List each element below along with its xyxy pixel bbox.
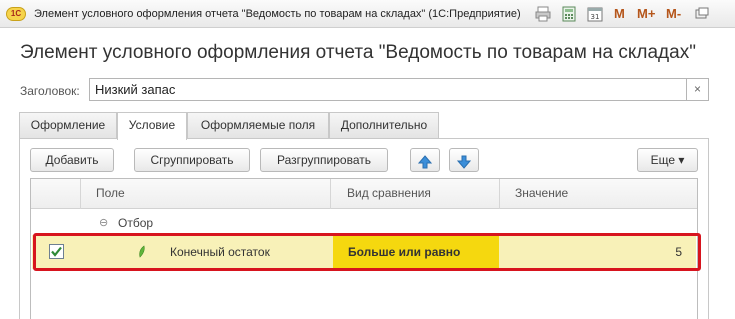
row-field: Конечный остаток — [170, 245, 270, 259]
group-button[interactable]: Сгруппировать — [134, 148, 250, 172]
clear-icon[interactable]: × — [686, 78, 709, 101]
group-label: Отбор — [118, 216, 154, 230]
move-up-button[interactable] — [410, 148, 440, 172]
tab-appearance[interactable]: Оформление — [19, 112, 117, 139]
table-row[interactable]: Конечный остаток Больше или равно 5 — [32, 235, 696, 269]
tab-formatted-fields[interactable]: Оформляемые поля — [187, 112, 329, 139]
table-header: Поле Вид сравнения Значение — [31, 179, 697, 209]
conditions-table: Поле Вид сравнения Значение ⊖ Отбор Коне… — [30, 178, 698, 319]
app-logo: 1С — [6, 7, 26, 21]
numeric-field-icon — [139, 245, 145, 258]
svg-text:31: 31 — [591, 13, 600, 21]
memory-button[interactable]: M — [614, 6, 625, 21]
arrow-up-icon — [418, 154, 432, 168]
row-comparison: Больше или равно — [348, 245, 461, 259]
calculator-icon[interactable] — [561, 6, 577, 22]
group-row-filter[interactable]: ⊖ Отбор — [31, 214, 697, 236]
page-title: Элемент условного оформления отчета "Вед… — [20, 42, 696, 63]
calendar-icon[interactable]: 31 — [587, 6, 603, 22]
header-field[interactable]: Поле — [81, 179, 331, 209]
window-titlebar: 1С Элемент условного оформления отчета "… — [0, 0, 735, 28]
tab-additional[interactable]: Дополнительно — [329, 112, 439, 139]
memory-plus-button[interactable]: M+ — [637, 6, 655, 21]
add-button[interactable]: Добавить — [30, 148, 114, 172]
arrow-down-icon — [457, 155, 471, 169]
window-title: Элемент условного оформления отчета "Вед… — [34, 8, 521, 20]
tab-condition[interactable]: Условие — [117, 112, 187, 140]
ungroup-button[interactable]: Разгруппировать — [260, 148, 388, 172]
header-comparison[interactable]: Вид сравнения — [331, 179, 500, 209]
more-menu-button[interactable]: Еще ▾ — [637, 148, 698, 172]
collapse-icon[interactable]: ⊖ — [99, 214, 108, 232]
caption-label: Заголовок: — [20, 84, 80, 98]
move-down-button[interactable] — [449, 148, 479, 172]
row-checkbox[interactable] — [49, 244, 64, 259]
header-check-column — [31, 179, 81, 209]
caption-input[interactable] — [89, 78, 687, 101]
memory-minus-button[interactable]: M- — [666, 6, 681, 21]
row-value[interactable]: 5 — [675, 235, 682, 269]
header-value[interactable]: Значение — [500, 179, 697, 209]
checkmark-icon — [51, 246, 62, 257]
print-icon[interactable] — [535, 6, 551, 22]
restore-icon[interactable] — [694, 6, 710, 22]
